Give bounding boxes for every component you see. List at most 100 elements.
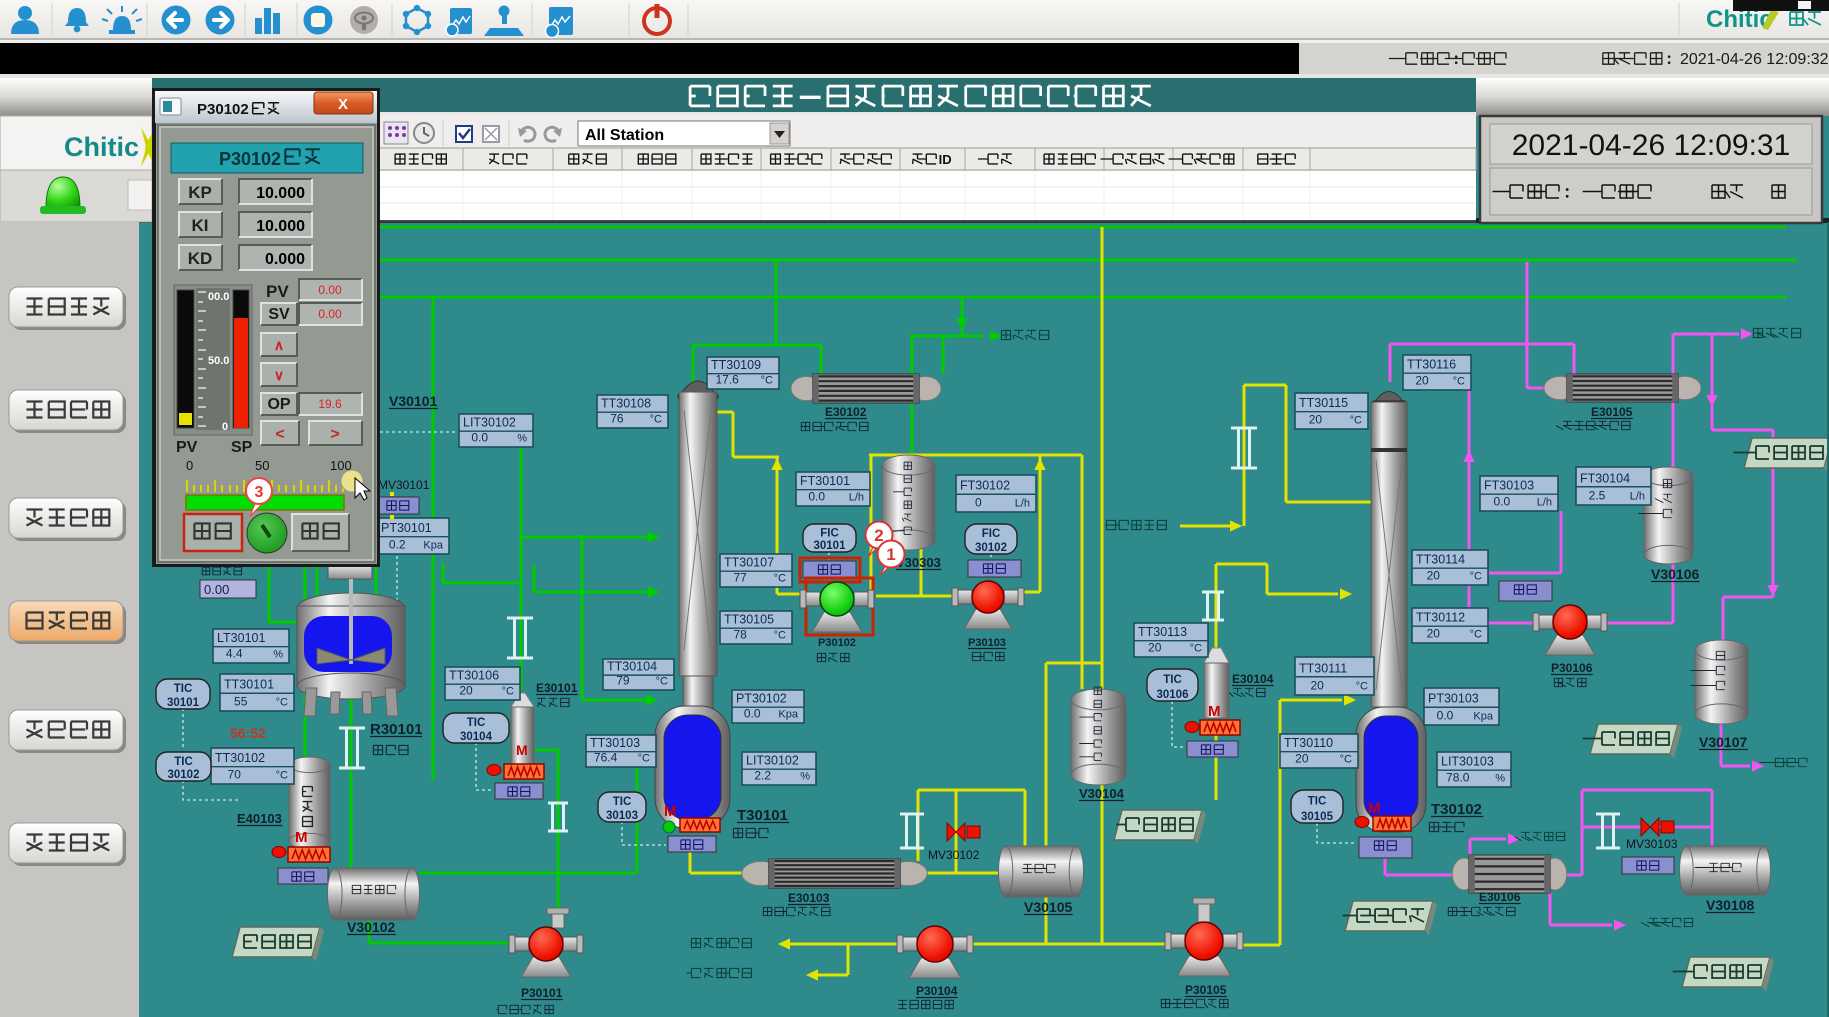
svg-text:V30102: V30102	[347, 919, 395, 935]
svg-text:L/h: L/h	[849, 492, 864, 504]
svg-text:30105: 30105	[1301, 811, 1334, 823]
svg-text:TT30110: TT30110	[1284, 736, 1333, 750]
svg-text:TT30115: TT30115	[1299, 396, 1348, 410]
svg-text:20: 20	[1310, 679, 1324, 693]
svg-text:30106: 30106	[1157, 689, 1189, 701]
svg-text:FIC: FIC	[820, 527, 839, 539]
svg-text:V30107: V30107	[1699, 734, 1747, 750]
svg-text:20: 20	[1295, 752, 1309, 766]
svg-text:30101: 30101	[814, 540, 847, 552]
svg-text:0: 0	[222, 421, 228, 433]
svg-text:°C: °C	[1453, 376, 1465, 388]
svg-text:P30102: P30102	[219, 149, 281, 169]
svg-text:TT30112: TT30112	[1416, 611, 1465, 625]
svg-text:°C: °C	[1470, 629, 1482, 641]
svg-text:P30101: P30101	[521, 986, 563, 1000]
svg-text:MV30103: MV30103	[1626, 837, 1678, 851]
svg-text:P30103: P30103	[968, 637, 1006, 649]
svg-text:KP: KP	[188, 183, 212, 202]
svg-text:30103: 30103	[606, 810, 638, 822]
svg-text:°C: °C	[1356, 681, 1368, 693]
svg-text:E30102: E30102	[825, 405, 867, 419]
svg-text:L/h: L/h	[1015, 498, 1030, 510]
svg-text:TT30108: TT30108	[601, 397, 651, 411]
svg-text:2: 2	[874, 526, 883, 545]
svg-text:TIC: TIC	[174, 756, 193, 768]
svg-text:PT30101: PT30101	[381, 521, 432, 535]
svg-text:76: 76	[610, 412, 624, 426]
svg-text:T30102: T30102	[1431, 801, 1482, 818]
svg-text:E30104: E30104	[1232, 672, 1274, 686]
svg-text:MV30101: MV30101	[378, 478, 430, 492]
svg-text:1: 1	[886, 545, 895, 564]
svg-text:0.2: 0.2	[389, 538, 406, 552]
svg-text:10.000: 10.000	[256, 185, 305, 202]
svg-text:PT30103: PT30103	[1428, 692, 1479, 706]
svg-text:OP: OP	[267, 396, 290, 413]
svg-text:30102: 30102	[168, 769, 200, 781]
svg-text:TT30106: TT30106	[449, 669, 499, 683]
svg-text:TIC: TIC	[613, 796, 632, 808]
svg-text:L/h: L/h	[1630, 491, 1645, 503]
svg-text:77: 77	[733, 571, 747, 585]
svg-text:TT30103: TT30103	[590, 736, 640, 750]
svg-text:PT30102: PT30102	[736, 692, 787, 706]
svg-text:SP: SP	[231, 439, 253, 456]
svg-text:TIC: TIC	[467, 717, 486, 729]
svg-text:17.6: 17.6	[715, 373, 739, 387]
svg-text:°C: °C	[650, 414, 662, 426]
svg-text:All Station: All Station	[585, 127, 664, 144]
svg-text:∨: ∨	[274, 367, 284, 383]
svg-text:E40103: E40103	[237, 811, 282, 826]
svg-text:79: 79	[616, 674, 630, 688]
svg-text:50.0: 50.0	[208, 355, 229, 367]
svg-text:°C: °C	[1190, 643, 1202, 655]
svg-text:FT30101: FT30101	[800, 474, 850, 488]
svg-text:M: M	[516, 742, 528, 758]
svg-text:>: >	[330, 426, 339, 443]
svg-text:0.0: 0.0	[1493, 495, 1510, 509]
svg-text:0.00: 0.00	[204, 582, 229, 597]
svg-text:FIC: FIC	[982, 528, 1001, 540]
svg-text:V30108: V30108	[1706, 897, 1754, 913]
svg-text:2.2: 2.2	[754, 769, 771, 783]
svg-text:M: M	[295, 829, 308, 846]
svg-text:FT30102: FT30102	[960, 479, 1010, 493]
svg-text:<: <	[275, 426, 284, 443]
svg-text:TT30116: TT30116	[1407, 358, 1456, 372]
svg-text:°C: °C	[502, 686, 514, 698]
svg-text:SV: SV	[268, 306, 290, 323]
svg-text:4.4: 4.4	[226, 647, 243, 661]
svg-text:P30104: P30104	[916, 984, 958, 998]
svg-text:00.0: 00.0	[208, 291, 229, 303]
svg-text:°C: °C	[276, 770, 288, 782]
svg-text:3: 3	[255, 484, 264, 501]
svg-text:TIC: TIC	[174, 683, 193, 695]
svg-text:R30101: R30101	[370, 721, 423, 738]
svg-text:MV30102: MV30102	[928, 848, 980, 862]
svg-text:0.0: 0.0	[808, 490, 825, 504]
svg-text:50: 50	[255, 458, 269, 473]
svg-text:20: 20	[1427, 627, 1441, 641]
svg-text:V30104: V30104	[1079, 786, 1125, 801]
svg-text:FT30104: FT30104	[1580, 471, 1630, 485]
svg-text:LIT30103: LIT30103	[1441, 755, 1494, 769]
svg-text:20: 20	[459, 684, 473, 698]
svg-text:%: %	[1495, 773, 1505, 785]
svg-text:Kpa: Kpa	[1473, 711, 1493, 723]
svg-text:30102: 30102	[975, 542, 1007, 554]
svg-text:10.000: 10.000	[256, 218, 305, 235]
svg-text:P30102: P30102	[818, 637, 856, 649]
svg-text:0.00: 0.00	[318, 307, 342, 321]
svg-text:P30102: P30102	[197, 101, 249, 118]
svg-text:2021-04-26 12:09:31: 2021-04-26 12:09:31	[1512, 129, 1791, 162]
svg-text:ID: ID	[939, 152, 952, 167]
svg-text:FT30103: FT30103	[1484, 479, 1534, 493]
svg-text:78: 78	[733, 628, 747, 642]
svg-text:°C: °C	[1340, 754, 1352, 766]
svg-text:PV: PV	[266, 282, 289, 301]
svg-text:70: 70	[228, 768, 242, 782]
svg-text:PV: PV	[176, 439, 198, 456]
svg-text:%: %	[800, 771, 810, 783]
svg-text:E30101: E30101	[536, 681, 578, 695]
